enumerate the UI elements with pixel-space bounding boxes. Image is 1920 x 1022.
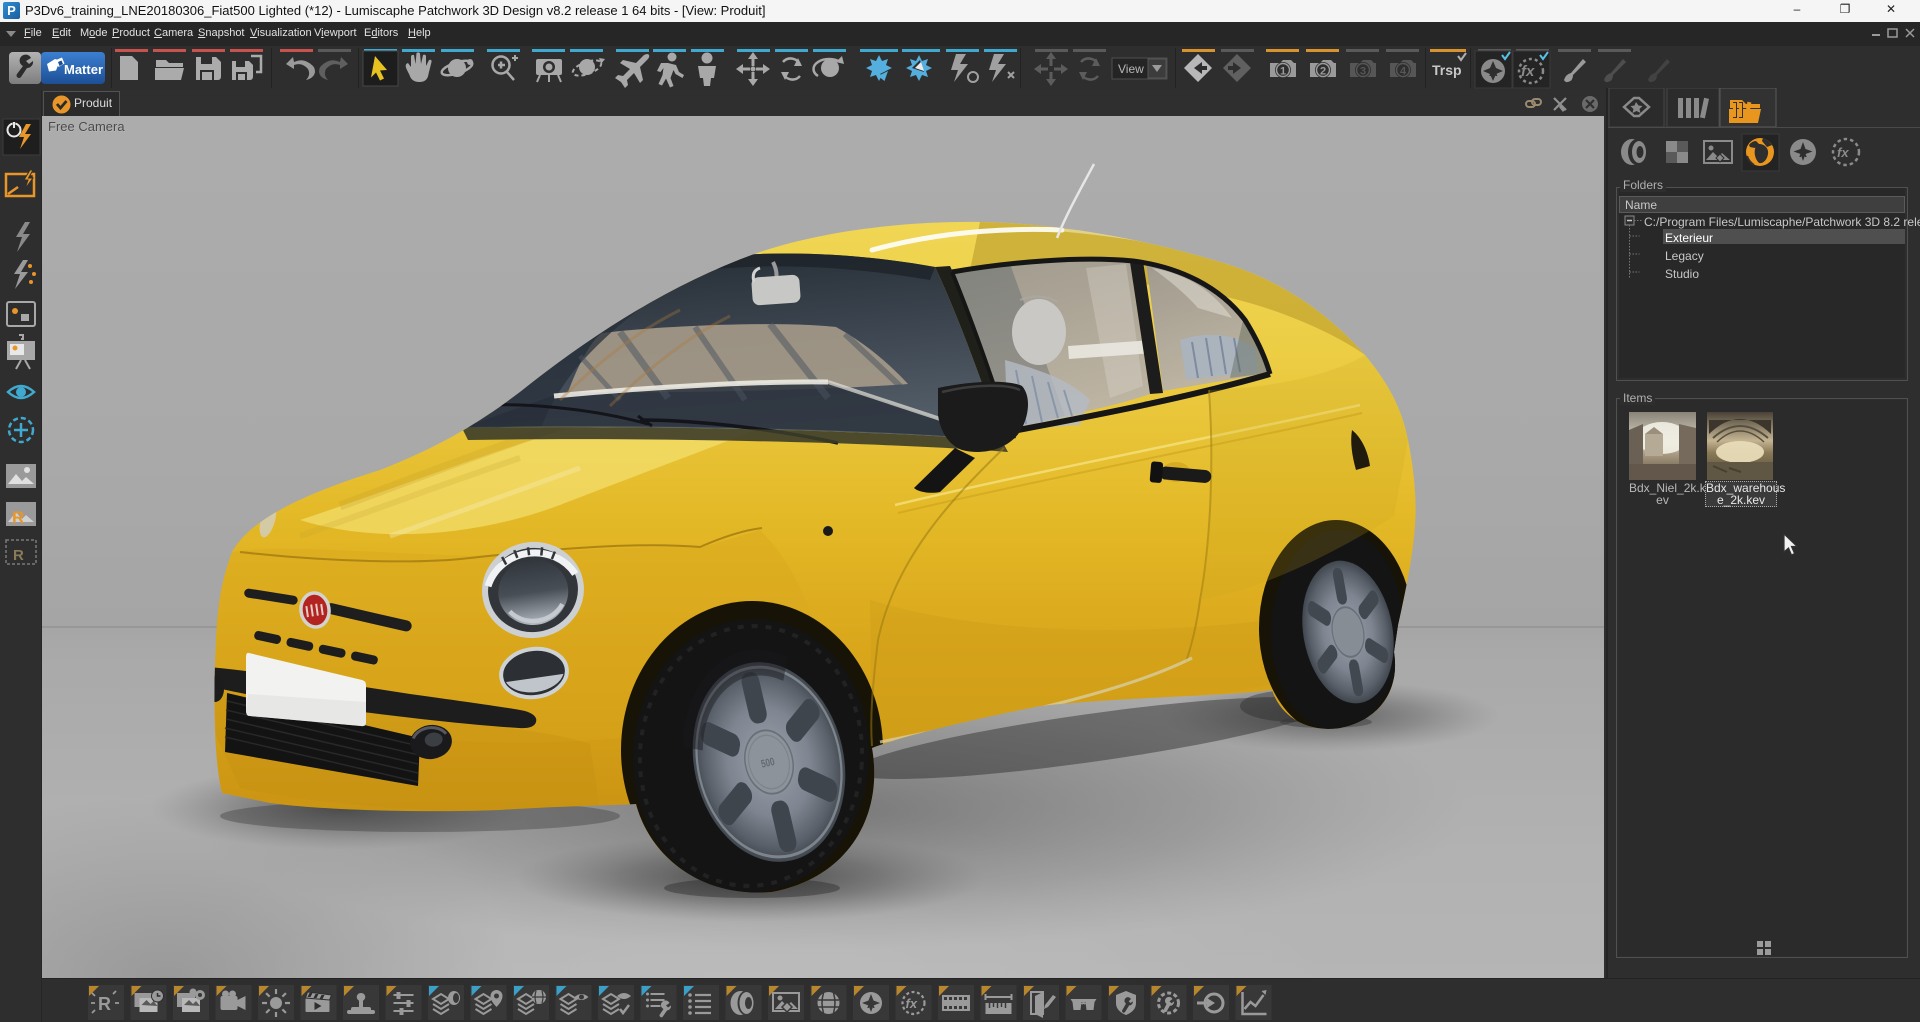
svg-text:R: R	[13, 547, 24, 564]
svg-text:4: 4	[1400, 66, 1407, 78]
svg-text:R: R	[98, 994, 111, 1014]
svg-text:fx: fx	[906, 996, 918, 1011]
svg-text:A: A	[867, 999, 875, 1011]
svg-text:1: 1	[1280, 66, 1286, 78]
svg-text:A: A	[1799, 148, 1807, 160]
svg-text:3: 3	[1360, 66, 1366, 78]
svg-text:fx: fx	[1521, 63, 1535, 80]
svg-text:Matter: Matter	[64, 62, 103, 77]
svg-text:Trsp: Trsp	[1432, 62, 1462, 78]
svg-text:View: View	[1118, 62, 1144, 76]
svg-text:R: R	[12, 508, 24, 527]
svg-text:2: 2	[1320, 66, 1326, 78]
svg-text:fx: fx	[1837, 145, 1849, 160]
svg-text:A: A	[1489, 65, 1498, 79]
